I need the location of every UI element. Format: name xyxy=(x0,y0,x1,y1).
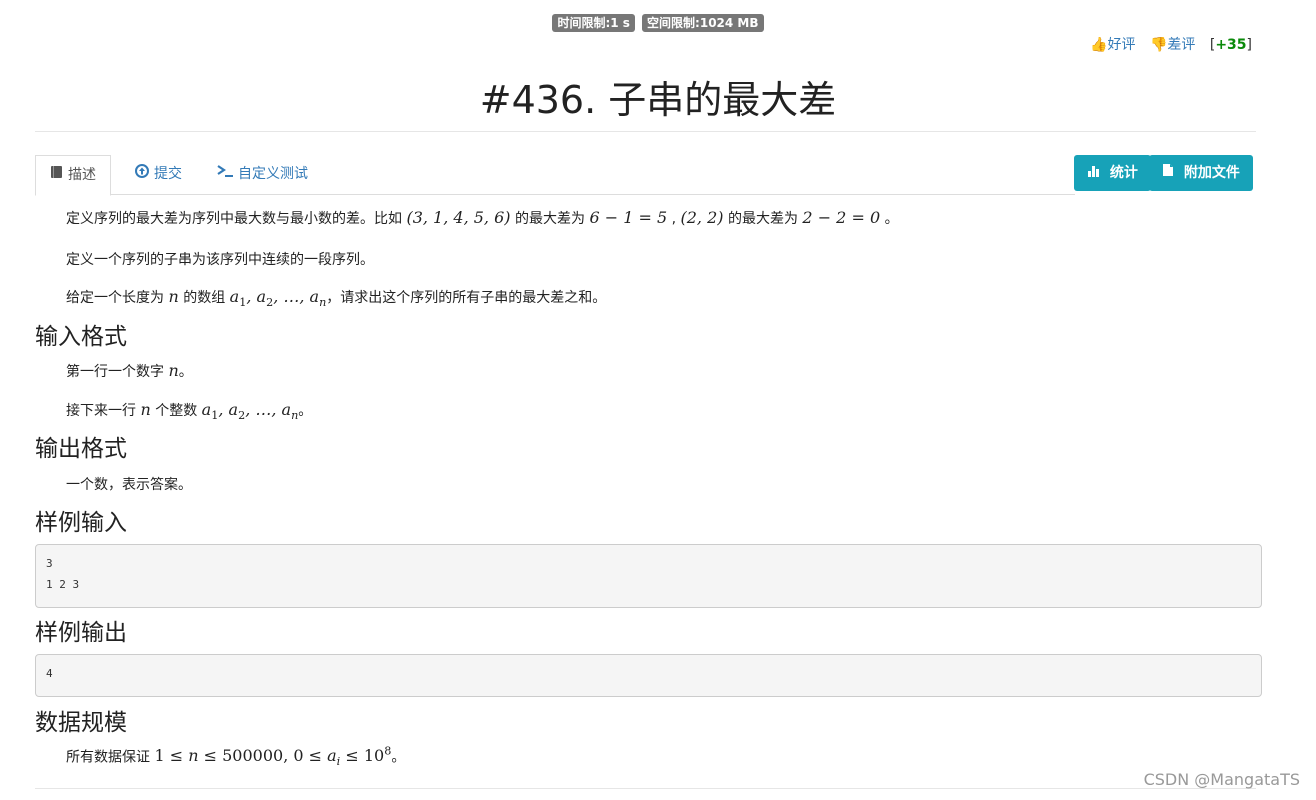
math-array: a1, a2, …, an xyxy=(201,400,299,423)
math-constraint: 1 ≤ n ≤ 500000, 0 ≤ ai ≤ 108 xyxy=(154,745,392,769)
attachments-button[interactable]: 附加文件 xyxy=(1149,155,1253,191)
output-format-text: 一个数，表示答案。 xyxy=(66,477,192,493)
dislike-link[interactable]: 👎差评 xyxy=(1150,37,1195,53)
problem-tabs: 描述 提交 自定义测试 xyxy=(35,155,1075,196)
math-n: n xyxy=(140,400,151,419)
sample-input-block[interactable]: 3 1 2 3 xyxy=(35,544,1262,608)
tab-custom-test[interactable]: 自定义测试 xyxy=(203,155,322,193)
sample-input-heading: 样例输入 xyxy=(35,510,127,536)
vote-score: [+35] xyxy=(1209,37,1252,53)
terminal-icon xyxy=(217,155,233,193)
sample-output-heading: 样例输出 xyxy=(35,620,127,646)
input-format-line-1: 第一行一个数字 n。 xyxy=(66,361,193,380)
bottom-divider xyxy=(35,788,1256,789)
math-array: a1, a2, …, an xyxy=(229,287,327,310)
thumbs-up-icon: 👍 xyxy=(1090,37,1108,53)
sample-output-block[interactable]: 4 xyxy=(35,654,1262,697)
math-n: n xyxy=(168,287,179,306)
like-link[interactable]: 👍好评 xyxy=(1090,37,1135,53)
output-format-heading: 输出格式 xyxy=(35,436,127,462)
constraints-heading: 数据规模 xyxy=(35,710,127,736)
bar-chart-icon xyxy=(1087,165,1105,181)
title-divider xyxy=(35,131,1256,132)
input-format-line-2: 接下来一行 n 个整数 a1, a2, …, an。 xyxy=(66,400,313,423)
input-format-heading: 输入格式 xyxy=(35,324,127,350)
book-icon xyxy=(50,156,63,194)
math-expression: (2, 2) xyxy=(680,208,724,227)
thumbs-down-icon: 👎 xyxy=(1149,37,1168,53)
limits-bar: 时间限制:1 s 空间限制:1024 MB xyxy=(0,12,1316,32)
memory-limit-badge: 空间限制:1024 MB xyxy=(642,14,764,32)
tab-description[interactable]: 描述 xyxy=(35,155,111,196)
vote-bar: 👍好评 👎差评 [+35] xyxy=(1090,34,1252,54)
file-icon xyxy=(1162,164,1179,181)
description-paragraph-2: 定义一个序列的子串为该序列中连续的一段序列。 xyxy=(66,252,374,268)
page-title: #436. 子串的最大差 xyxy=(479,78,837,122)
math-expression: (3, 1, 4, 5, 6) xyxy=(406,208,511,227)
tab-submit[interactable]: 提交 xyxy=(121,155,196,193)
math-expression: 2 − 2 = 0 xyxy=(802,208,881,227)
upload-circle-icon xyxy=(135,155,149,193)
math-expression: 6 − 1 = 5 xyxy=(589,208,668,227)
description-paragraph-1: 定义序列的最大差为序列中最大数与最小数的差。比如 (3, 1, 4, 5, 6)… xyxy=(66,208,899,227)
math-n: n xyxy=(168,361,179,380)
stats-button[interactable]: 统计 xyxy=(1074,155,1151,191)
constraints-text: 所有数据保证 1 ≤ n ≤ 500000, 0 ≤ ai ≤ 108。 xyxy=(66,745,406,769)
watermark: CSDN @MangataTS xyxy=(1143,770,1300,789)
description-paragraph-3: 给定一个长度为 n 的数组 a1, a2, …, an，请求出这个序列的所有子串… xyxy=(66,287,607,310)
time-limit-badge: 时间限制:1 s xyxy=(552,14,635,32)
